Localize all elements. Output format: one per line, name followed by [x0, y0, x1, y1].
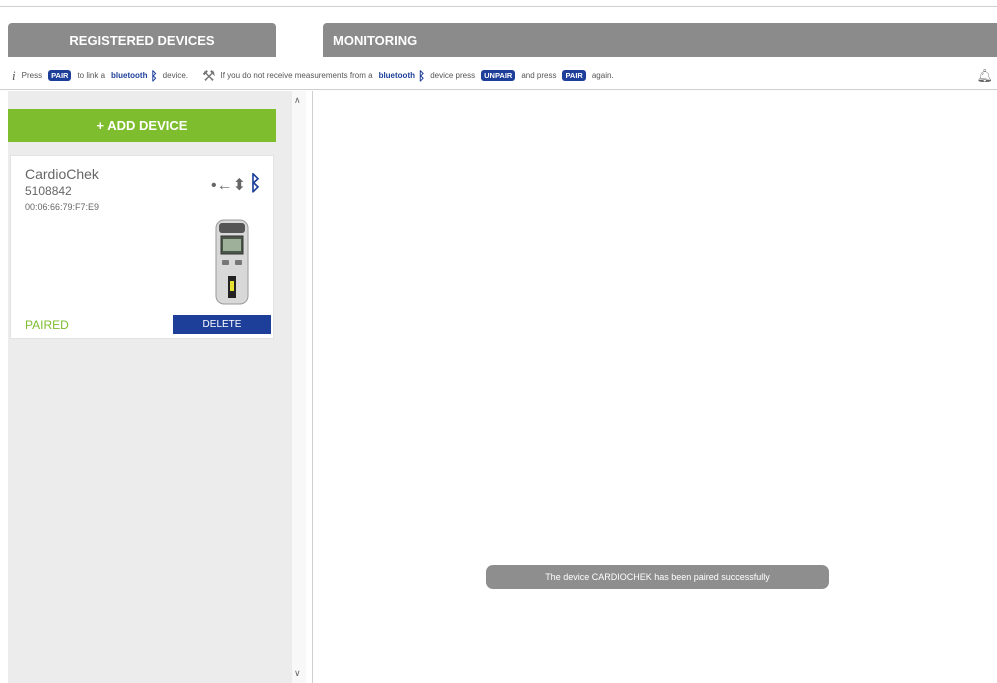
device-serial: 5108842	[25, 184, 72, 198]
paired-status: PAIRED	[25, 318, 69, 332]
pair-badge: PAIR	[562, 70, 586, 81]
info-icon: i	[12, 67, 16, 83]
add-device-button[interactable]: + ADD DEVICE	[8, 109, 276, 142]
info-text-press: Press	[21, 71, 43, 80]
info-bar: i Press PAIR to link a bluetooth ᛒ devic…	[0, 62, 997, 90]
bluetooth-icon: ᛒ	[418, 68, 426, 83]
toast-notification: The device CARDIOCHEK has been paired su…	[486, 565, 829, 589]
info-text-and-press: and press	[521, 71, 557, 80]
tab-monitoring[interactable]: MONITORING	[323, 23, 997, 57]
bluetooth-icon: ᛒ	[249, 172, 262, 195]
delete-button[interactable]: DELETE	[173, 315, 271, 334]
tab-registered-devices[interactable]: REGISTERED DEVICES	[8, 23, 276, 57]
bluetooth-text: bluetooth	[111, 71, 148, 80]
top-border	[0, 6, 997, 7]
unpair-badge: UNPAIR	[481, 70, 516, 81]
device-mac-address: 00:06:66:79:F7:E9	[25, 202, 100, 212]
scroll-up-icon[interactable]: ∧	[294, 95, 301, 106]
info-text-if-you: If you do not receive measurements from …	[220, 71, 373, 80]
bluetooth-icon: ᛒ	[150, 68, 158, 83]
device-name: CardioChek	[25, 166, 99, 182]
sidebar-scrollbar[interactable]: ∧ ∨	[292, 91, 306, 683]
scroll-down-icon[interactable]: ∨	[294, 668, 301, 679]
usb-icon: •←⬍	[211, 177, 247, 194]
bell-icon[interactable]: 🔔︎	[976, 68, 993, 84]
device-card[interactable]: CardioChek 5108842 00:06:66:79:F7:E9 •←⬍…	[10, 155, 274, 339]
pair-badge: PAIR	[48, 70, 72, 81]
bluetooth-text: bluetooth	[378, 71, 415, 80]
info-text-device-press: device press	[430, 71, 476, 80]
info-text-device: device.	[162, 71, 189, 80]
panel-divider	[312, 91, 313, 683]
registered-devices-panel: + ADD DEVICE CardioChek 5108842 00:06:66…	[8, 91, 292, 683]
cardiochek-device-image	[215, 219, 249, 305]
info-text-to-link: to link a	[77, 71, 106, 80]
info-text-again: again.	[591, 71, 614, 80]
tools-icon: ⚒	[202, 67, 216, 85]
